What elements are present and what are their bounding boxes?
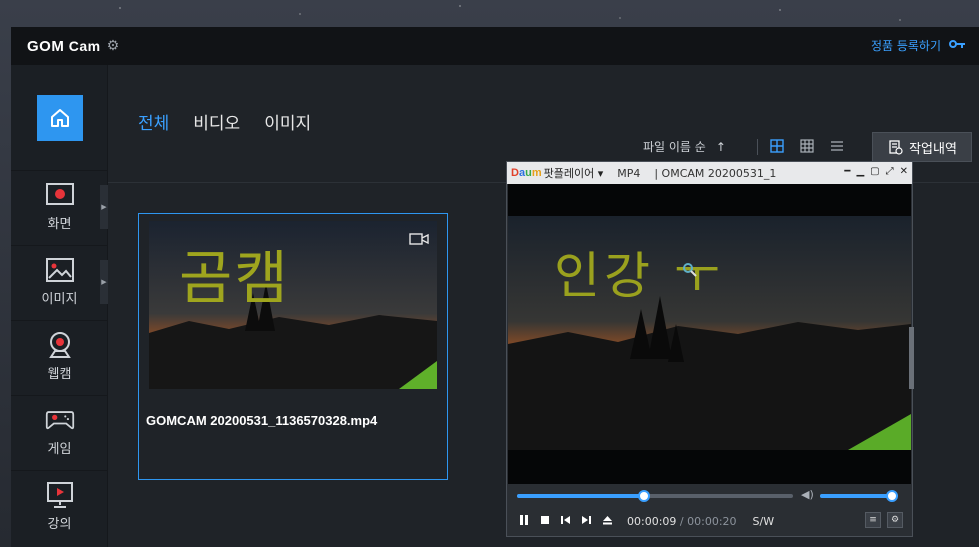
key-icon: [949, 38, 965, 53]
pause-icon[interactable]: [518, 514, 530, 529]
history-button[interactable]: 작업내역: [872, 132, 972, 162]
seek-progress: [517, 494, 644, 498]
seek-handle[interactable]: [637, 490, 650, 502]
tab-image[interactable]: 이미지: [264, 109, 311, 134]
screen-record-icon: [45, 181, 75, 209]
volume-bar[interactable]: [820, 490, 898, 502]
tab-all[interactable]: 전체: [138, 109, 169, 134]
maximize-icon[interactable]: ▢: [870, 166, 879, 177]
control-extras: ≡ ⚙: [865, 512, 903, 528]
sidebar: 화면 ▶ 이미지 ▶ 웹캠 게임 강의: [11, 65, 108, 547]
register-label: 정품 등록하기: [870, 39, 941, 53]
sidebar-item-image[interactable]: 이미지 ▶: [11, 245, 108, 319]
volume-fill: [820, 494, 896, 498]
sidebar-item-webcam[interactable]: 웹캠: [11, 320, 108, 394]
file-name: GOMCAM 20200531_1136570328.mp4: [146, 413, 378, 428]
previous-icon[interactable]: [560, 515, 571, 528]
large-grid-view-icon[interactable]: [770, 138, 784, 157]
potplayer-window: Daum 팟플레이어 ▾ MP4 | OMCAM 20200531_1 ━ ▁ …: [506, 161, 913, 537]
sort-arrow-icon[interactable]: ↑: [716, 140, 726, 154]
webcam-icon: [45, 331, 75, 359]
expand-arrow-icon[interactable]: ▶: [100, 185, 108, 229]
video-camera-icon: [409, 231, 429, 250]
sidebar-item-label: 강의: [47, 517, 72, 532]
daum-logo[interactable]: Daum: [511, 167, 542, 179]
video-area[interactable]: 인강 ㅜ: [508, 184, 911, 484]
view-mode-group: [770, 138, 844, 157]
video-thumbnail: 곰캠: [149, 221, 437, 389]
sidebar-item-label: 화면: [47, 217, 72, 232]
filter-tabs: 전체 비디오 이미지: [138, 109, 311, 134]
history-label: 작업내역: [909, 141, 957, 157]
current-time: 00:00:09: [627, 515, 677, 528]
seek-bar[interactable]: [517, 490, 793, 502]
sidebar-item-lecture[interactable]: 강의: [11, 470, 108, 544]
home-button[interactable]: [37, 95, 83, 141]
transport-row: 00:00:09 / 00:00:20 S/W: [518, 514, 774, 529]
playback-controls: ◀) 00:00:09 / 00:00:20 S/W ≡ ⚙: [508, 484, 911, 536]
time-separator: /: [679, 515, 684, 528]
side-panel-handle[interactable]: [909, 327, 914, 389]
expand-arrow-icon[interactable]: ▶: [100, 260, 108, 304]
decoder-mode-label[interactable]: S/W: [753, 515, 775, 528]
stop-icon[interactable]: [540, 515, 550, 528]
volume-icon[interactable]: ◀): [801, 488, 814, 501]
playlist-icon[interactable]: ≡: [865, 512, 881, 528]
window-controls: ━ ▁ ▢ ⤢ ✕: [844, 166, 908, 177]
thumbnail-overlay-text: 곰캠: [179, 244, 290, 312]
total-time: 00:00:20: [687, 515, 737, 528]
sort-label: 파일 이름 순: [643, 140, 706, 154]
gamepad-icon: [45, 406, 75, 434]
sidebar-item-screen[interactable]: 화면 ▶: [11, 170, 108, 244]
sort-dropdown[interactable]: 파일 이름 순 ↑: [643, 138, 726, 155]
player-title-bar: Daum 팟플레이어 ▾ MP4 | OMCAM 20200531_1 ━ ▁ …: [507, 162, 912, 184]
sidebar-item-label: 이미지: [41, 292, 78, 307]
sidebar-item-game[interactable]: 게임: [11, 395, 108, 469]
sidebar-item-label: 웹캠: [47, 367, 72, 382]
list-view-icon[interactable]: [830, 138, 844, 157]
history-icon: [889, 140, 903, 155]
format-label: MP4: [617, 166, 641, 180]
sidebar-item-label: 게임: [47, 442, 72, 457]
lecture-icon: [45, 481, 75, 509]
magnifier-cursor-icon: [682, 262, 698, 282]
player-menu[interactable]: 팟플레이어 ▾: [544, 165, 604, 181]
register-link[interactable]: 정품 등록하기: [871, 37, 965, 54]
divider: [757, 139, 758, 155]
settings-gear-icon[interactable]: ⚙: [887, 512, 903, 528]
volume-handle[interactable]: [886, 490, 898, 502]
next-icon[interactable]: [581, 515, 592, 528]
minimize-icon[interactable]: ▁: [856, 166, 864, 177]
home-icon: [51, 109, 69, 127]
file-card[interactable]: 곰캠 GOMCAM 20200531_1136570328.mp4: [138, 213, 448, 480]
tab-video[interactable]: 비디오: [193, 109, 240, 134]
logo-gom: GOM: [27, 37, 65, 55]
fullscreen-icon[interactable]: ⤢: [886, 166, 894, 177]
logo-cam: Cam: [64, 37, 101, 54]
app-logo: GOM Cam: [27, 38, 101, 55]
player-file-name: | OMCAM 20200531_1: [654, 166, 777, 180]
pin-icon[interactable]: ━: [844, 166, 850, 177]
video-overlay-text: 인강 ㅜ: [554, 247, 724, 305]
settings-gear-icon[interactable]: ⚙: [107, 38, 120, 54]
image-icon: [45, 256, 75, 284]
eject-icon[interactable]: [602, 515, 613, 528]
title-bar: GOM Cam ⚙ 정품 등록하기: [11, 27, 979, 65]
close-icon[interactable]: ✕: [900, 166, 908, 177]
small-grid-view-icon[interactable]: [800, 138, 814, 157]
